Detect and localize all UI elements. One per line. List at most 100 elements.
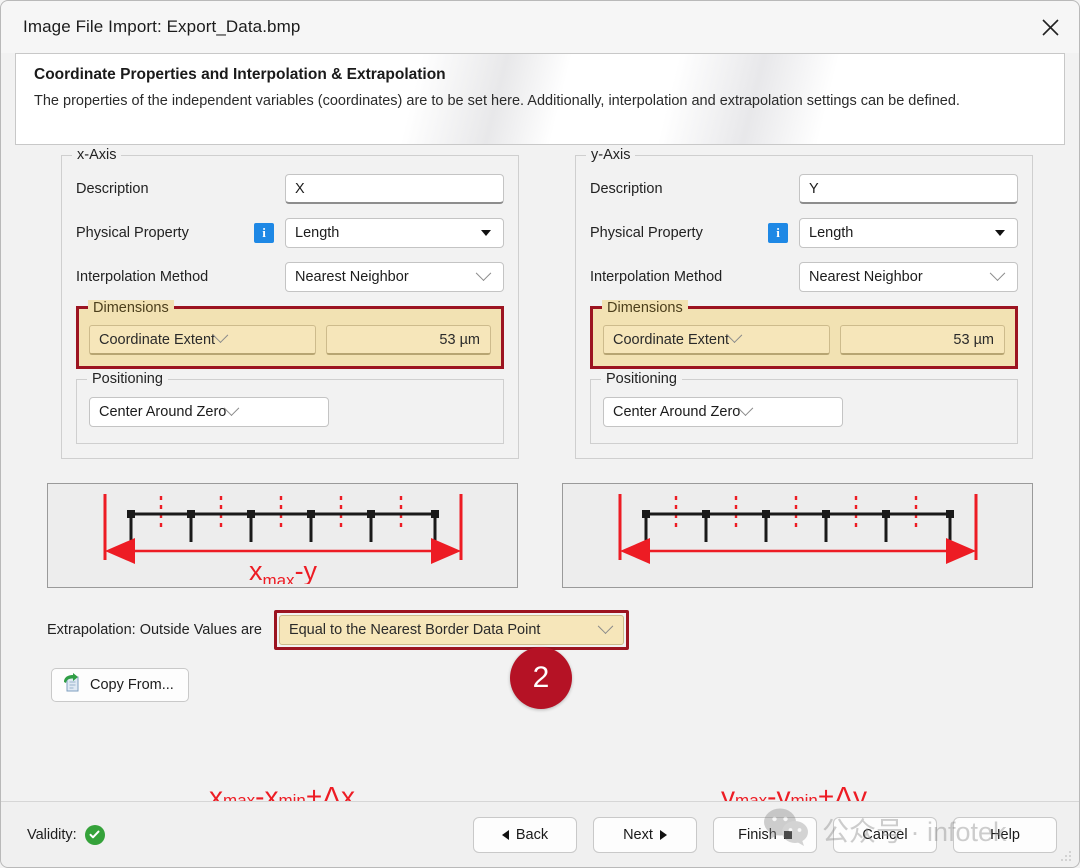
y-axis-legend: y-Axis [586, 147, 636, 163]
extent-diagrams: xmax-y [15, 459, 1065, 588]
chevron-down-icon [738, 399, 754, 416]
square-icon [783, 830, 792, 839]
back-button[interactable]: Back [473, 816, 577, 853]
x-description-input[interactable]: X [285, 174, 504, 204]
x-dimensions-value: 53 µm [439, 331, 480, 348]
x-physical-property-select[interactable]: Length [285, 218, 504, 248]
x-interpolation-label: Interpolation Method [76, 269, 209, 285]
dialog-footer: Validity: Back Next Finish Cancel Help [1, 801, 1079, 867]
x-interpolation-field: Interpolation Method Nearest Neighbor [76, 262, 504, 292]
x-dimensions-group: Dimensions Coordinate Extent 53 µm [76, 300, 504, 369]
chevron-down-icon [995, 230, 1005, 236]
extrapolation-highlight: Equal to the Nearest Border Data Point [273, 610, 629, 650]
x-dimensions-value-input[interactable]: 53 µm [326, 325, 491, 355]
x-physical-property-field: Physical Property i Length [76, 218, 504, 248]
y-interpolation-label: Interpolation Method [590, 269, 723, 285]
x-dimensions-mode-select[interactable]: Coordinate Extent [89, 325, 317, 355]
title-bar: Image File Import: Export_Data.bmp [1, 1, 1079, 53]
y-axis-group: y-Axis Description Y Physical Property i… [575, 147, 1033, 459]
extrapolation-row: Extrapolation: Outside Values are Equal … [15, 588, 1065, 650]
x-description-label: Description [76, 181, 149, 197]
x-dimensions-mode-value: Coordinate Extent [99, 331, 216, 348]
y-interpolation-select[interactable]: Nearest Neighbor [799, 262, 1018, 292]
extrapolation-value: Equal to the Nearest Border Data Point [288, 622, 541, 638]
copy-from-label: Copy From... [90, 677, 174, 693]
help-label: Help [990, 826, 1020, 843]
chevron-down-icon [597, 617, 614, 634]
extrapolation-label: Extrapolation: Outside Values are [47, 622, 262, 638]
y-interpolation-value: Nearest Neighbor [809, 269, 923, 285]
info-icon[interactable]: i [254, 223, 274, 243]
y-dimensions-mode-value: Coordinate Extent [613, 331, 730, 348]
page-banner: Coordinate Properties and Interpolation … [15, 53, 1065, 145]
y-description-input[interactable]: Y [799, 174, 1018, 204]
y-dimensions-group: Dimensions Coordinate Extent 53 µm [590, 300, 1018, 369]
x-physical-property-value: Length [295, 225, 340, 241]
triangle-left-icon [501, 829, 509, 840]
svg-text:xmax-y: xmax-y [248, 556, 317, 584]
next-label: Next [623, 826, 653, 843]
dialog-body: 2 x-Axis Description X Physical Property… [1, 145, 1079, 812]
x-physical-property-label: Physical Property [76, 225, 189, 241]
cancel-button[interactable]: Cancel [833, 816, 937, 853]
y-description-field: Description Y [590, 174, 1018, 204]
import-dialog: Image File Import: Export_Data.bmp Coord… [0, 0, 1080, 868]
x-axis-legend: x-Axis [72, 147, 122, 163]
cancel-label: Cancel [862, 826, 908, 843]
x-positioning-value: Center Around Zero [99, 404, 227, 420]
copy-from-button[interactable]: Copy From... [51, 668, 189, 702]
y-dimensions-value: 53 µm [953, 331, 994, 348]
y-extent-diagram [562, 483, 1033, 588]
resize-grip[interactable] [1059, 849, 1073, 863]
x-axis-group: x-Axis Description X Physical Property i… [61, 147, 519, 459]
back-label: Back [515, 826, 549, 843]
chevron-down-icon [224, 399, 240, 416]
y-dimensions-value-input[interactable]: 53 µm [840, 325, 1005, 355]
y-dimensions-mode-select[interactable]: Coordinate Extent [603, 325, 831, 355]
extrapolation-select[interactable]: Equal to the Nearest Border Data Point [278, 615, 624, 645]
banner-title: Coordinate Properties and Interpolation … [34, 66, 446, 83]
y-positioning-group: Positioning Center Around Zero [590, 371, 1018, 444]
axis-panels: x-Axis Description X Physical Property i… [15, 147, 1065, 459]
x-interpolation-value: Nearest Neighbor [295, 269, 409, 285]
x-description-field: Description X [76, 174, 504, 204]
next-button[interactable]: Next [593, 816, 697, 853]
x-extent-diagram: xmax-y [47, 483, 518, 588]
y-description-label: Description [590, 181, 663, 197]
x-description-value: X [295, 180, 305, 197]
x-positioning-group: Positioning Center Around Zero [76, 371, 504, 444]
y-positioning-legend: Positioning [601, 371, 682, 387]
copy-document-icon [62, 673, 82, 697]
x-dimensions-row: Coordinate Extent 53 µm [89, 325, 491, 355]
x-interpolation-select[interactable]: Nearest Neighbor [285, 262, 504, 292]
validity-label: Validity: [27, 826, 77, 843]
y-interpolation-field: Interpolation Method Nearest Neighbor [590, 262, 1018, 292]
x-positioning-legend: Positioning [87, 371, 168, 387]
y-dimensions-row: Coordinate Extent 53 µm [603, 325, 1005, 355]
y-physical-property-value: Length [809, 225, 854, 241]
y-positioning-value: Center Around Zero [613, 404, 741, 420]
finish-button[interactable]: Finish [713, 816, 817, 853]
x-dimensions-legend: Dimensions [88, 300, 174, 316]
validity-status: Validity: [27, 824, 105, 845]
step-badge: 2 [510, 647, 572, 709]
info-icon[interactable]: i [768, 223, 788, 243]
check-circle-icon [84, 824, 105, 845]
y-description-value: Y [809, 180, 819, 197]
chevron-down-icon [726, 327, 743, 344]
x-positioning-select[interactable]: Center Around Zero [89, 397, 329, 427]
y-physical-property-field: Physical Property i Length [590, 218, 1018, 248]
triangle-right-icon [659, 829, 667, 840]
chevron-down-icon [475, 264, 492, 281]
banner-description: The properties of the independent variab… [34, 93, 960, 109]
finish-label: Finish [738, 826, 777, 843]
chevron-down-icon [481, 230, 491, 236]
chevron-down-icon [989, 264, 1006, 281]
window-title: Image File Import: Export_Data.bmp [23, 17, 301, 36]
close-icon[interactable] [1027, 5, 1073, 49]
help-button[interactable]: Help [953, 816, 1057, 853]
y-dimensions-legend: Dimensions [602, 300, 688, 316]
y-positioning-select[interactable]: Center Around Zero [603, 397, 843, 427]
y-physical-property-select[interactable]: Length [799, 218, 1018, 248]
chevron-down-icon [212, 327, 229, 344]
